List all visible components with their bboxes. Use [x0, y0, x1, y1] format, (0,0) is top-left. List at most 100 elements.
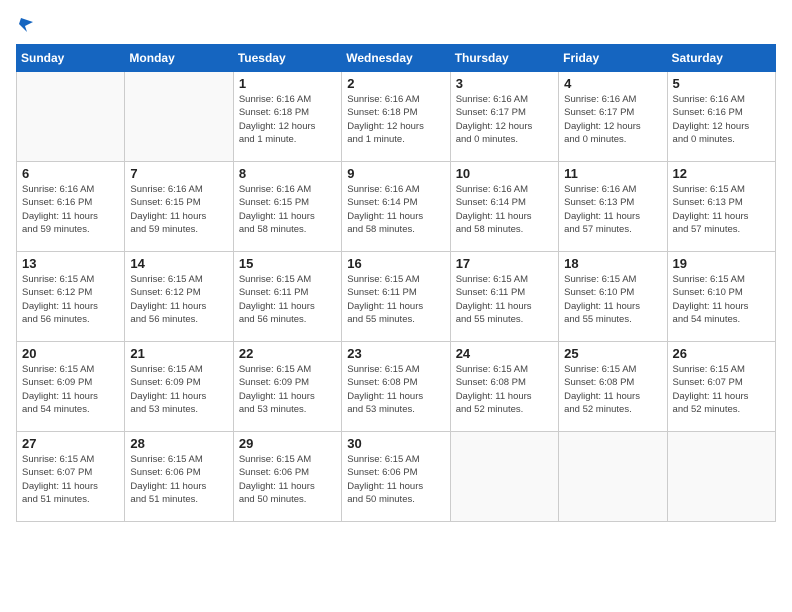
day-info: Sunrise: 6:15 AM Sunset: 6:06 PM Dayligh…	[130, 453, 227, 506]
day-info: Sunrise: 6:16 AM Sunset: 6:14 PM Dayligh…	[456, 183, 553, 236]
day-number: 27	[22, 436, 119, 451]
day-number: 5	[673, 76, 770, 91]
calendar-day-cell: 24 Sunrise: 6:15 AM Sunset: 6:08 PM Dayli…	[450, 342, 558, 432]
day-info: Sunrise: 6:15 AM Sunset: 6:08 PM Dayligh…	[347, 363, 444, 416]
day-number: 20	[22, 346, 119, 361]
day-number: 25	[564, 346, 661, 361]
day-number: 10	[456, 166, 553, 181]
calendar-day-cell: 9 Sunrise: 6:16 AM Sunset: 6:14 PM Daylig…	[342, 162, 450, 252]
calendar-day-cell: 22 Sunrise: 6:15 AM Sunset: 6:09 PM Dayli…	[233, 342, 341, 432]
calendar-week-row: 27 Sunrise: 6:15 AM Sunset: 6:07 PM Dayli…	[17, 432, 776, 522]
day-info: Sunrise: 6:15 AM Sunset: 6:11 PM Dayligh…	[239, 273, 336, 326]
day-info: Sunrise: 6:16 AM Sunset: 6:14 PM Dayligh…	[347, 183, 444, 236]
day-number: 21	[130, 346, 227, 361]
day-info: Sunrise: 6:16 AM Sunset: 6:16 PM Dayligh…	[673, 93, 770, 146]
day-info: Sunrise: 6:15 AM Sunset: 6:09 PM Dayligh…	[130, 363, 227, 416]
day-info: Sunrise: 6:15 AM Sunset: 6:10 PM Dayligh…	[673, 273, 770, 326]
day-number: 12	[673, 166, 770, 181]
calendar-day-cell: 15 Sunrise: 6:15 AM Sunset: 6:11 PM Dayli…	[233, 252, 341, 342]
page-header	[16, 16, 776, 32]
calendar-week-row: 20 Sunrise: 6:15 AM Sunset: 6:09 PM Dayli…	[17, 342, 776, 432]
logo-bird-icon	[17, 16, 33, 32]
day-of-week-header: Thursday	[450, 45, 558, 72]
calendar-day-cell: 17Sunrise: 6:15 AM Sunset: 6:11 PM Dayli…	[450, 252, 558, 342]
day-number: 28	[130, 436, 227, 451]
calendar-day-cell	[559, 432, 667, 522]
calendar-day-cell: 6Sunrise: 6:16 AM Sunset: 6:16 PM Daylig…	[17, 162, 125, 252]
day-of-week-header: Tuesday	[233, 45, 341, 72]
day-info: Sunrise: 6:15 AM Sunset: 6:11 PM Dayligh…	[347, 273, 444, 326]
day-number: 23	[347, 346, 444, 361]
day-info: Sunrise: 6:15 AM Sunset: 6:08 PM Dayligh…	[456, 363, 553, 416]
logo	[16, 16, 34, 32]
calendar-day-cell	[450, 432, 558, 522]
calendar-day-cell: 7 Sunrise: 6:16 AM Sunset: 6:15 PM Daylig…	[125, 162, 233, 252]
calendar-day-cell: 27 Sunrise: 6:15 AM Sunset: 6:07 PM Dayli…	[17, 432, 125, 522]
day-of-week-header: Saturday	[667, 45, 775, 72]
calendar-day-cell: 21 Sunrise: 6:15 AM Sunset: 6:09 PM Dayli…	[125, 342, 233, 432]
day-number: 18	[564, 256, 661, 271]
calendar-day-cell: 20Sunrise: 6:15 AM Sunset: 6:09 PM Dayli…	[17, 342, 125, 432]
day-info: Sunrise: 6:15 AM Sunset: 6:10 PM Dayligh…	[564, 273, 661, 326]
calendar-day-cell: 16 Sunrise: 6:15 AM Sunset: 6:11 PM Dayli…	[342, 252, 450, 342]
calendar-week-row: 13 Sunrise: 6:15 AM Sunset: 6:12 PM Dayli…	[17, 252, 776, 342]
day-number: 4	[564, 76, 661, 91]
day-number: 13	[22, 256, 119, 271]
calendar-day-cell: 8 Sunrise: 6:16 AM Sunset: 6:15 PM Daylig…	[233, 162, 341, 252]
day-of-week-header: Monday	[125, 45, 233, 72]
day-of-week-header: Sunday	[17, 45, 125, 72]
day-info: Sunrise: 6:16 AM Sunset: 6:15 PM Dayligh…	[239, 183, 336, 236]
day-number: 9	[347, 166, 444, 181]
day-info: Sunrise: 6:16 AM Sunset: 6:18 PM Dayligh…	[347, 93, 444, 146]
day-number: 26	[673, 346, 770, 361]
calendar-day-cell: 18 Sunrise: 6:15 AM Sunset: 6:10 PM Dayli…	[559, 252, 667, 342]
calendar-day-cell: 4 Sunrise: 6:16 AM Sunset: 6:17 PM Daylig…	[559, 72, 667, 162]
calendar-week-row: 1Sunrise: 6:16 AM Sunset: 6:18 PM Daylig…	[17, 72, 776, 162]
day-info: Sunrise: 6:15 AM Sunset: 6:08 PM Dayligh…	[564, 363, 661, 416]
day-number: 14	[130, 256, 227, 271]
day-info: Sunrise: 6:16 AM Sunset: 6:15 PM Dayligh…	[130, 183, 227, 236]
calendar-day-cell: 14 Sunrise: 6:15 AM Sunset: 6:12 PM Dayli…	[125, 252, 233, 342]
day-info: Sunrise: 6:16 AM Sunset: 6:13 PM Dayligh…	[564, 183, 661, 236]
day-info: Sunrise: 6:15 AM Sunset: 6:07 PM Dayligh…	[22, 453, 119, 506]
calendar-day-cell: 23 Sunrise: 6:15 AM Sunset: 6:08 PM Dayli…	[342, 342, 450, 432]
day-number: 16	[347, 256, 444, 271]
day-info: Sunrise: 6:16 AM Sunset: 6:17 PM Dayligh…	[564, 93, 661, 146]
calendar-day-cell: 3Sunrise: 6:16 AM Sunset: 6:17 PM Daylig…	[450, 72, 558, 162]
calendar-day-cell: 12 Sunrise: 6:15 AM Sunset: 6:13 PM Dayli…	[667, 162, 775, 252]
day-number: 29	[239, 436, 336, 451]
day-number: 17	[456, 256, 553, 271]
day-of-week-header: Wednesday	[342, 45, 450, 72]
calendar-day-cell: 28 Sunrise: 6:15 AM Sunset: 6:06 PM Dayli…	[125, 432, 233, 522]
calendar-day-cell: 30 Sunrise: 6:15 AM Sunset: 6:06 PM Dayli…	[342, 432, 450, 522]
calendar-day-cell: 2 Sunrise: 6:16 AM Sunset: 6:18 PM Daylig…	[342, 72, 450, 162]
day-info: Sunrise: 6:15 AM Sunset: 6:13 PM Dayligh…	[673, 183, 770, 236]
day-info: Sunrise: 6:15 AM Sunset: 6:06 PM Dayligh…	[347, 453, 444, 506]
day-number: 19	[673, 256, 770, 271]
calendar-day-cell	[125, 72, 233, 162]
day-of-week-header: Friday	[559, 45, 667, 72]
day-number: 11	[564, 166, 661, 181]
day-info: Sunrise: 6:15 AM Sunset: 6:12 PM Dayligh…	[130, 273, 227, 326]
day-number: 3	[456, 76, 553, 91]
day-number: 2	[347, 76, 444, 91]
day-number: 8	[239, 166, 336, 181]
day-number: 22	[239, 346, 336, 361]
day-number: 24	[456, 346, 553, 361]
day-number: 15	[239, 256, 336, 271]
calendar-header-row: SundayMondayTuesdayWednesdayThursdayFrid…	[17, 45, 776, 72]
day-info: Sunrise: 6:15 AM Sunset: 6:09 PM Dayligh…	[239, 363, 336, 416]
calendar-day-cell: 13 Sunrise: 6:15 AM Sunset: 6:12 PM Dayli…	[17, 252, 125, 342]
day-number: 30	[347, 436, 444, 451]
day-number: 6	[22, 166, 119, 181]
calendar-day-cell: 26Sunrise: 6:15 AM Sunset: 6:07 PM Dayli…	[667, 342, 775, 432]
calendar-day-cell	[17, 72, 125, 162]
day-info: Sunrise: 6:15 AM Sunset: 6:06 PM Dayligh…	[239, 453, 336, 506]
calendar-day-cell: 25 Sunrise: 6:15 AM Sunset: 6:08 PM Dayli…	[559, 342, 667, 432]
calendar-day-cell: 11 Sunrise: 6:16 AM Sunset: 6:13 PM Dayli…	[559, 162, 667, 252]
calendar-day-cell: 29 Sunrise: 6:15 AM Sunset: 6:06 PM Dayli…	[233, 432, 341, 522]
day-number: 7	[130, 166, 227, 181]
day-info: Sunrise: 6:15 AM Sunset: 6:12 PM Dayligh…	[22, 273, 119, 326]
day-info: Sunrise: 6:16 AM Sunset: 6:18 PM Dayligh…	[239, 93, 336, 146]
calendar-table: SundayMondayTuesdayWednesdayThursdayFrid…	[16, 44, 776, 522]
